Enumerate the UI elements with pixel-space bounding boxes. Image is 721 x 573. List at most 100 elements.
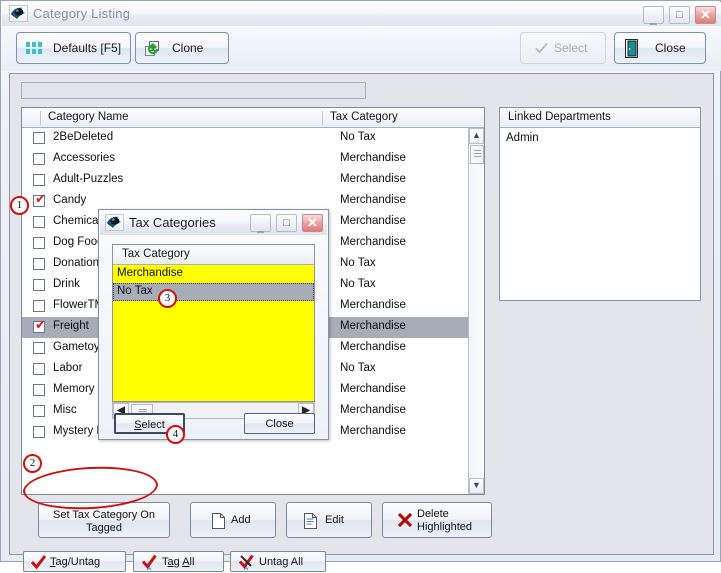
category-name-cell: Gametoy [53, 341, 100, 353]
category-list-header: Category Name Tax Category [22, 108, 484, 128]
column-header-check [22, 111, 40, 125]
tax-category-cell: No Tax [340, 257, 376, 269]
category-name-cell: Candy [53, 194, 87, 206]
scroll-down-icon[interactable]: ▼ [469, 478, 484, 494]
linked-department-item[interactable]: Admin [506, 132, 539, 144]
category-name-cell: Adult-Puzzles [53, 173, 124, 185]
dialog-titlebar: Tax Categories _ □ ✕ [100, 211, 327, 235]
checkmark-icon: ✔ [35, 318, 46, 333]
minimize-button[interactable]: _ [642, 6, 664, 25]
dialog-maximize-icon: □ [283, 217, 290, 229]
tag-all-label: Tag All [162, 556, 195, 568]
defaults-button-label: Defaults [F5] [53, 41, 122, 55]
close-toolbar-button[interactable]: Close [614, 32, 706, 64]
table-row[interactable]: Adult-Puzzles Merchandise [22, 170, 484, 191]
tax-category-cell: Merchandise [340, 425, 406, 437]
row-checkbox[interactable] [33, 153, 45, 165]
annotation-marker-4: 4 [166, 425, 185, 444]
linked-departments-panel[interactable]: Linked Departments Admin [499, 107, 701, 301]
grid-icon [26, 42, 42, 55]
close-button[interactable]: ✕ [695, 6, 716, 24]
scroll-up-icon[interactable]: ▲ [469, 128, 484, 144]
category-name-cell: Dog Food [53, 236, 104, 248]
column-header-tax-category: Tax Category [322, 111, 470, 125]
category-name-cell: Freight [53, 320, 89, 332]
tax-category-list[interactable]: Tax Category Merchandise No Tax [112, 244, 315, 402]
tag-untag-label: Tag/Untag [50, 556, 101, 568]
tax-category-cell: No Tax [340, 131, 376, 143]
scrollbar-thumb[interactable] [470, 145, 484, 164]
row-checkbox[interactable] [33, 279, 45, 291]
defaults-button[interactable]: Defaults [F5] [16, 32, 131, 64]
document-add-icon [212, 513, 225, 529]
tax-category-row-label: No Tax [117, 285, 153, 297]
row-checkbox[interactable] [33, 132, 45, 144]
category-name-cell: Mystery B [53, 425, 105, 437]
category-name-cell: FlowerTM [53, 299, 105, 311]
table-row[interactable]: Accessories Merchandise [22, 149, 484, 170]
dialog-minimize-button[interactable]: _ [249, 214, 271, 233]
edit-button[interactable]: Edit [286, 502, 372, 538]
document-edit-icon [304, 513, 317, 529]
dialog-app-bird-icon [105, 214, 124, 231]
tax-category-row[interactable]: Merchandise [113, 265, 314, 283]
red-check-all-icon: A [141, 554, 158, 572]
clone-button[interactable]: Clone [135, 32, 229, 64]
tax-category-list-header: Tax Category [113, 245, 314, 265]
category-name-cell: Labor [53, 362, 83, 374]
app-bird-icon [9, 5, 28, 22]
tax-category-cell: Merchandise [340, 215, 406, 227]
row-checkbox[interactable] [33, 426, 45, 438]
search-input[interactable] [21, 82, 366, 99]
add-button[interactable]: Add [190, 502, 276, 538]
row-checkbox[interactable] [33, 237, 45, 249]
delete-highlighted-button[interactable]: Delete Highlighted [382, 502, 492, 538]
svg-text:A: A [244, 566, 248, 570]
category-list-scrollbar[interactable]: ▲ ▼ [468, 128, 484, 494]
dialog-close-action-button[interactable]: Close [244, 413, 315, 434]
tax-category-cell: Merchandise [340, 236, 406, 248]
row-checkbox[interactable] [33, 384, 45, 396]
row-checkbox[interactable]: ✔ [33, 318, 46, 333]
door-exit-icon [625, 39, 639, 58]
tax-category-cell: Merchandise [340, 320, 406, 332]
dialog-title: Tax Categories [129, 215, 216, 230]
row-checkbox[interactable] [33, 174, 45, 186]
row-checkbox[interactable] [33, 300, 45, 312]
tax-category-cell: Merchandise [340, 383, 406, 395]
tax-category-cell: Merchandise [340, 404, 406, 416]
tax-category-cell: Merchandise [340, 299, 406, 311]
category-name-cell: Drink [53, 278, 80, 290]
select-button-label: Select [554, 41, 588, 55]
dialog-window-controls: _ □ ✕ [248, 214, 323, 233]
row-checkbox[interactable] [33, 342, 45, 354]
row-checkbox[interactable]: ✔ [33, 193, 46, 207]
dialog-close-button[interactable]: ✕ [302, 214, 323, 232]
minimize-icon: _ [650, 11, 657, 25]
row-checkbox[interactable] [33, 363, 45, 375]
dialog-close-label: Close [265, 418, 294, 430]
maximize-button[interactable]: □ [668, 6, 690, 24]
window-controls: _ □ ✕ [641, 6, 716, 25]
table-row[interactable]: 2BeDeleted No Tax [22, 128, 484, 149]
row-checkbox[interactable] [33, 216, 45, 228]
delete-highlighted-label: Delete Highlighted [417, 508, 473, 533]
row-checkbox[interactable] [33, 405, 45, 417]
row-checkbox[interactable] [33, 258, 45, 270]
red-check-icon [30, 555, 47, 570]
maximize-icon: □ [676, 9, 683, 21]
dialog-maximize-button[interactable]: □ [275, 214, 297, 232]
tax-category-cell: No Tax [340, 362, 376, 374]
tax-categories-dialog: Tax Categories _ □ ✕ Tax Category Mercha… [98, 209, 329, 440]
untag-all-label: Untag All [259, 556, 304, 568]
tax-category-cell: Merchandise [340, 173, 406, 185]
tax-category-cell: No Tax [340, 278, 376, 290]
close-icon: ✕ [700, 7, 711, 22]
red-cross-check-icon: A [238, 554, 255, 572]
screen: Category Listing _ □ ✕ Defaults [F5] Clo… [0, 0, 721, 572]
svg-text:A: A [147, 566, 151, 570]
linked-departments-header: Linked Departments [500, 108, 700, 128]
tax-category-row[interactable]: No Tax [113, 283, 314, 301]
annotation-marker-3: 3 [158, 289, 177, 308]
select-button[interactable]: Select [520, 32, 606, 64]
